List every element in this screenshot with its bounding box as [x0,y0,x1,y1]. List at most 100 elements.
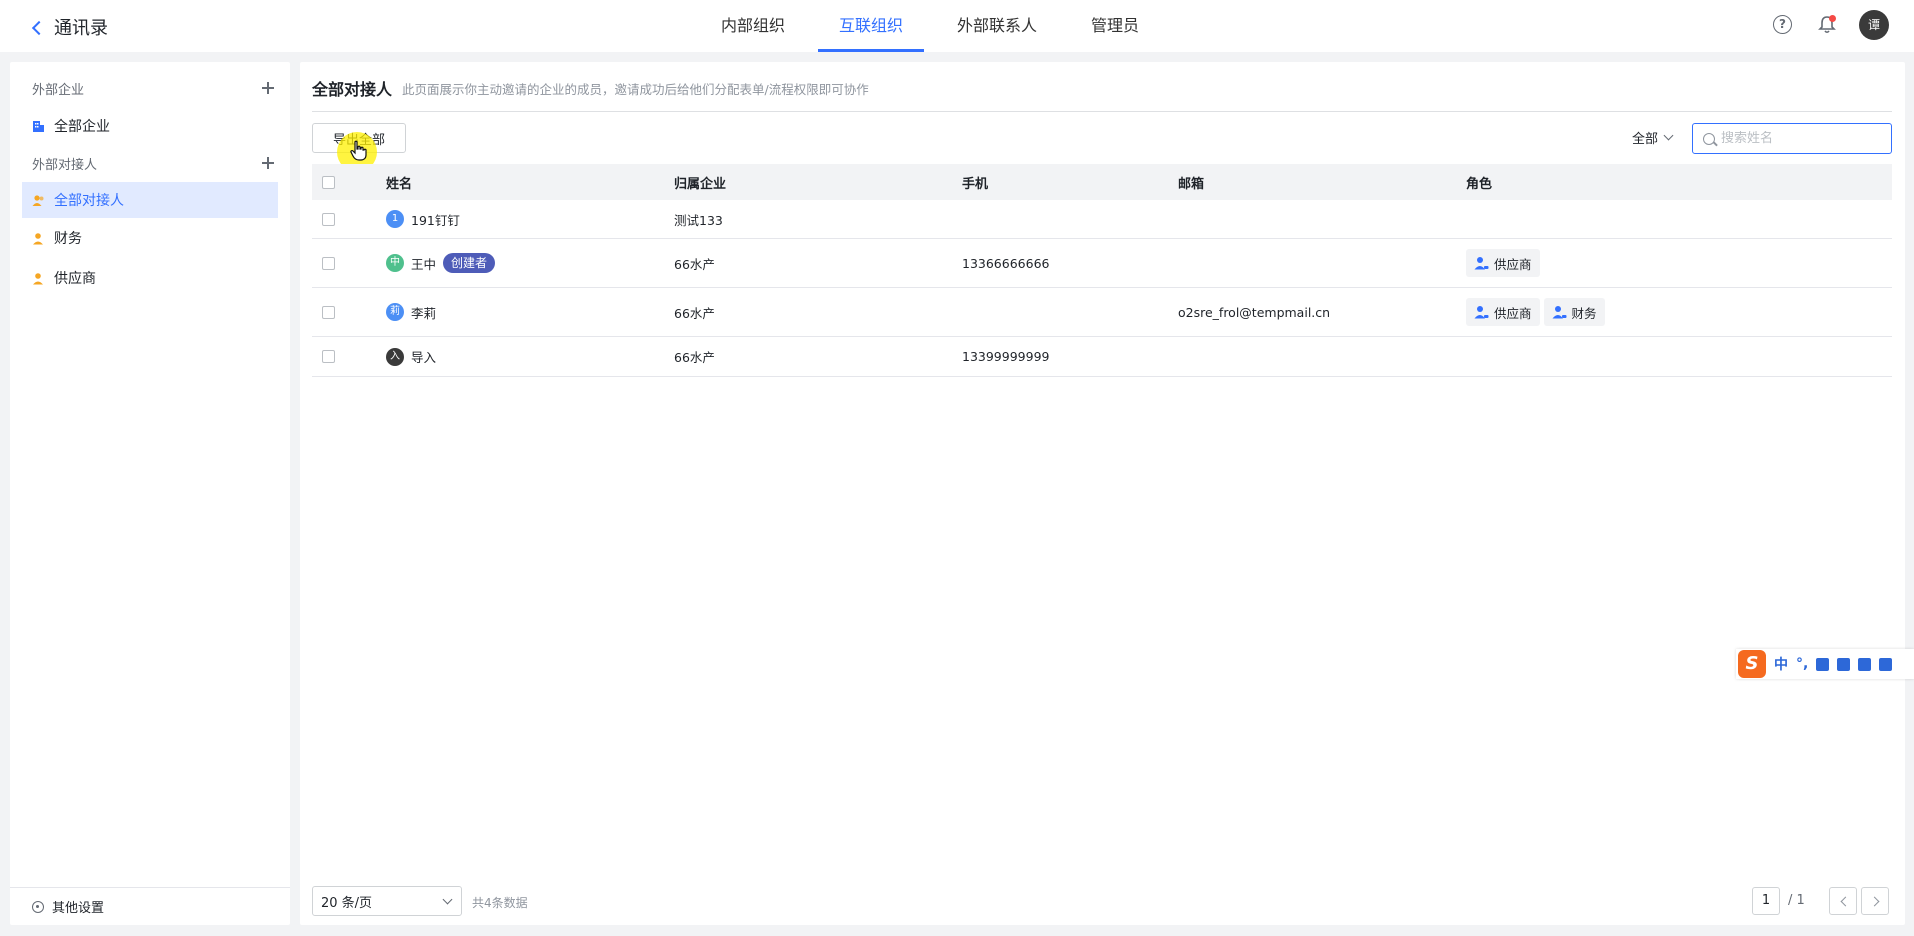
member-avatar: 中 [386,254,404,272]
sidebar-item-label: 全部企业 [54,119,110,135]
chevron-right-icon [1869,896,1880,907]
table-row[interactable]: 1 191钉钉 测试133 [312,200,1892,239]
table-row[interactable]: 中 王中 创建者 66水产 13366666666 供应商 [312,239,1892,288]
role-tag: 供应商 [1466,298,1540,326]
section-label: 外部企业 [32,82,85,98]
next-page-button[interactable] [1861,887,1889,915]
contacts-table: 姓名 归属企业 手机 邮箱 角色 1 191钉钉 测试133 中 王中 创建者 [312,164,1892,377]
section-label: 外部对接人 [32,157,98,173]
help-icon[interactable]: ? [1773,15,1792,34]
tab-connected-org[interactable]: 互联组织 [818,0,925,52]
keyboard-icon[interactable] [1837,657,1851,671]
settings-label: 其他设置 [52,901,105,916]
member-company: 测试133 [674,212,723,228]
search-icon [1703,132,1715,145]
settings-icon [32,900,44,913]
role-tag: 财务 [1543,298,1605,326]
sogou-logo-icon[interactable]: S [1738,650,1766,678]
member-email: o2sre_frol@tempmail.cn [1178,304,1331,320]
creator-badge: 创建者 [443,253,496,273]
search-box[interactable] [1692,123,1892,154]
page-size-label: 20 条/页 [321,895,373,911]
row-checkbox[interactable] [322,350,335,363]
add-company-icon[interactable] [262,82,274,94]
sidebar-item-all-contacts[interactable]: 全部对接人 [22,182,278,218]
role-tag: 供应商 [1466,249,1540,277]
top-header: 通讯录 内部组织 互联组织 外部联系人 管理员 ? 谭 [0,0,1914,52]
member-phone: 13399999999 [962,349,1050,364]
ime-mode[interactable]: 中 [1774,654,1788,674]
select-all-checkbox[interactable] [322,175,335,189]
page-total: / 1 [1788,893,1805,908]
bell-icon[interactable] [1817,15,1837,35]
column-header-phone: 手机 [962,176,989,192]
add-contact-group-icon[interactable] [262,157,274,169]
member-avatar: 1 [386,210,404,228]
column-header-name: 姓名 [386,176,413,192]
page-size-select[interactable]: 20 条/页 [312,886,462,916]
table-header: 姓名 归属企业 手机 邮箱 角色 [312,164,1892,200]
member-name: 王中 [411,256,437,272]
microphone-icon[interactable] [1816,657,1830,671]
toolbox-grid-icon[interactable] [1879,657,1893,671]
member-avatar: 莉 [386,303,404,321]
skin-shirt-icon[interactable] [1858,657,1872,671]
member-company: 66水产 [674,350,715,365]
sidebar-item-all-companies[interactable]: 全部企业 [22,108,278,144]
tab-external-contacts[interactable]: 外部联系人 [936,0,1058,52]
user-avatar[interactable]: 谭 [1859,10,1889,40]
tab-admin[interactable]: 管理员 [1070,0,1160,52]
total-count: 共4条数据 [472,896,528,910]
tab-internal-org[interactable]: 内部组织 [700,0,806,52]
user-icon [33,232,43,244]
main-panel: 全部对接人 此页面展示你主动邀请的企业的成员，邀请成功后给他们分配表单/流程权限… [300,62,1905,925]
page-title: 全部对接人 [312,80,393,99]
member-phone: 13366666666 [962,255,1050,271]
table-row[interactable]: 莉 李莉 66水产 o2sre_frol@tempmail.cn 供应商 财务 [312,288,1892,337]
ime-punctuation[interactable]: °, [1796,656,1808,672]
column-header-role: 角色 [1466,176,1493,192]
ime-toolbar: S 中 °, [1736,649,1914,679]
row-checkbox[interactable] [322,212,335,226]
prev-page-button[interactable] [1829,887,1857,915]
role-user-icon [1552,306,1567,319]
scope-filter-dropdown[interactable]: 全部 [1632,128,1674,147]
row-checkbox[interactable] [322,256,335,270]
role-user-icon [1474,257,1489,270]
role-label: 财务 [1571,305,1597,321]
role-label: 供应商 [1494,305,1532,321]
chevron-left-icon [1840,896,1851,907]
section-external-contacts: 外部对接人 [32,153,274,173]
building-icon [33,120,44,132]
notification-dot [1829,15,1836,22]
search-input[interactable] [1721,131,1881,146]
member-avatar: 入 [386,347,404,366]
sidebar-item-label: 财务 [54,231,82,247]
member-roles: 供应商 财务 [1466,298,1892,326]
user-icon [33,272,43,284]
filter-label: 全部 [1632,132,1659,147]
sidebar-item-supplier[interactable]: 供应商 [22,260,278,296]
chevron-down-icon [1663,130,1674,141]
page-number-input[interactable]: 1 [1752,887,1780,915]
member-company: 66水产 [674,305,715,321]
member-roles: 供应商 [1466,249,1892,277]
page-header: 全部对接人 此页面展示你主动邀请的企业的成员，邀请成功后给他们分配表单/流程权限… [312,76,1892,112]
sidebar: 外部企业 全部企业 外部对接人 全部对接人 财务 供应商 其他设置 [10,62,290,925]
user-group-icon [32,194,44,206]
chevron-down-icon [442,894,453,904]
section-external-companies: 外部企业 [32,78,274,98]
chevron-left-icon [31,20,47,35]
export-all-button[interactable]: 导出全部 [312,123,406,153]
role-label: 供应商 [1494,256,1532,272]
app-title: 通讯录 [54,18,108,39]
other-settings-button[interactable]: 其他设置 [10,887,290,925]
top-tabs: 内部组织 互联组织 外部联系人 管理员 [700,0,1172,52]
sidebar-item-finance[interactable]: 财务 [22,220,278,256]
member-name: 李莉 [411,305,437,321]
column-header-email: 邮箱 [1178,176,1205,192]
table-row[interactable]: 入 导入 66水产 13399999999 [312,337,1892,377]
back-button[interactable]: 通讯录 [31,14,108,40]
member-company: 66水产 [674,256,715,272]
row-checkbox[interactable] [322,305,335,319]
